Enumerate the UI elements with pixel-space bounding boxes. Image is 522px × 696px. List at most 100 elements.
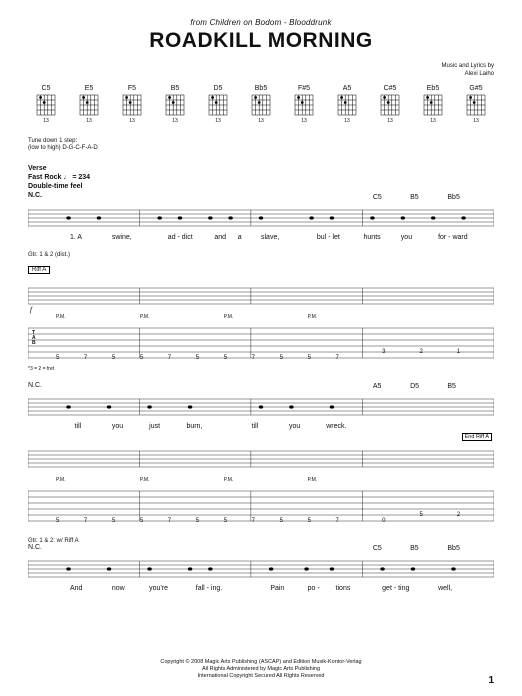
lyric: well, [438, 585, 452, 592]
chord-diagram: B5 13 [161, 85, 189, 124]
vocal-staff-2 [28, 393, 494, 421]
system-2-vocal-staff: A5D5B5 tillyoujustburn,til [28, 393, 494, 433]
chord-fret: 13 [301, 118, 307, 124]
chord-fret: 13 [258, 118, 264, 124]
tab-number: 5 [196, 355, 199, 361]
chord-grid-icon [422, 93, 444, 117]
chord-mark: Bb5 [447, 545, 459, 552]
chord-grid-icon [336, 93, 358, 117]
chord-name: Eb5 [427, 85, 439, 92]
copyright: Copyright © 2008 Magic Arts Publishing (… [0, 659, 522, 680]
chord-grid-icon [35, 93, 57, 117]
chord-name: C5 [42, 85, 51, 92]
credits: Music and Lyrics by Alexi Laiho [28, 63, 494, 79]
tab-number: 7 [84, 518, 87, 524]
chord-fret: 13 [172, 118, 178, 124]
palm-mute: P.M. [224, 477, 234, 483]
system-3-vocal-staff: C5B5Bb5 [28, 555, 494, 595]
lyric: you [289, 423, 300, 430]
song-title: ROADKILL MORNING [28, 29, 494, 53]
chord-grid-icon [293, 93, 315, 117]
chord-name: B5 [171, 85, 180, 92]
chord-diagram: C#5 13 [376, 85, 404, 124]
chord-name: G#5 [469, 85, 482, 92]
copyright-l1: Copyright © 2008 Magic Arts Publishing (… [0, 659, 522, 666]
chord-grid-icon [121, 93, 143, 117]
lyric: get - ting [382, 585, 409, 592]
chord-fret: 13 [387, 118, 393, 124]
chord-name: E5 [85, 85, 94, 92]
chord-mark: B5 [447, 383, 456, 390]
chord-fret: 13 [473, 118, 479, 124]
lyric: just [149, 423, 160, 430]
page-number: 1 [488, 675, 494, 686]
chord-name: D5 [214, 85, 223, 92]
lyric: a [238, 234, 242, 241]
chord-diagram: C5 13 [32, 85, 60, 124]
lyric-row-3: Andnowyou'refall - ing.Painpo -tionsget … [28, 585, 494, 595]
system-1-vocal-staff: C5B5Bb5 [28, 204, 494, 244]
tab-number: 5 [112, 355, 115, 361]
copyright-l3: International Copyright Secured All Righ… [0, 673, 522, 680]
chord-mark: B5 [410, 545, 419, 552]
tab-number: 7 [252, 355, 255, 361]
chord-fret: 13 [129, 118, 135, 124]
end-riff-a-label: End Riff A [462, 433, 492, 441]
tab-clef-icon: TAB [32, 331, 36, 345]
lyric: hunts [364, 234, 381, 241]
tab-number: 7 [84, 355, 87, 361]
chord-diagram: E5 13 [75, 85, 103, 124]
section-feel: Double-time feel [28, 182, 494, 191]
tab-number: 5 [56, 355, 59, 361]
palm-mute: P.M. [140, 477, 150, 483]
chord-grid-icon [207, 93, 229, 117]
chord-name: A5 [343, 85, 352, 92]
palm-mute: P.M. [308, 477, 318, 483]
lyric: po - [308, 585, 320, 592]
tab-number: 7 [252, 518, 255, 524]
tab-number: 5 [280, 355, 283, 361]
chord-fret: 13 [215, 118, 221, 124]
rhythm-staff-2: End Riff A [28, 441, 494, 477]
tab-number: 2 [419, 349, 422, 355]
chord-fret: 13 [344, 118, 350, 124]
section-tempo: Fast Rock ♩ = 234 [28, 173, 494, 182]
lyric: for - ward [438, 234, 468, 241]
chord-diagram: A5 13 [333, 85, 361, 124]
tab-number: 2 [457, 512, 460, 518]
lyric: till [252, 423, 259, 430]
lyric: slave, [261, 234, 279, 241]
chord-fret: 13 [43, 118, 49, 124]
tab-number: 5 [56, 518, 59, 524]
lyric-row-2: tillyoujustburn,tillyouwreck. [28, 423, 494, 433]
riff-a-label: Riff A [28, 266, 50, 274]
chord-diagram-row: C5 13E5 13F5 13B5 13D5 13Bb5 13F#5 13A5 … [28, 85, 494, 124]
chord-fret: 13 [430, 118, 436, 124]
tab-number: 7 [168, 355, 171, 361]
tab-number: 5 [196, 518, 199, 524]
lyric: fall - ing. [196, 585, 222, 592]
copyright-l2: All Rights Administered by Magic Arts Pu… [0, 666, 522, 673]
tab-number: 7 [336, 518, 339, 524]
chord-grid-icon [78, 93, 100, 117]
pm-row-1: P.M.P.M.P.M.P.M. [28, 314, 494, 321]
lyric: 1. A [70, 234, 82, 241]
svg-text:f: f [30, 306, 33, 314]
tab-block-2: 57557557557052 [28, 486, 494, 526]
chord-grid-icon [250, 93, 272, 117]
palm-mute: P.M. [308, 314, 318, 320]
lyric: Pain [270, 585, 284, 592]
palm-mute: P.M. [140, 314, 150, 320]
vocal-staff-3 [28, 555, 494, 583]
tab-block-1: TAB 57557557557321 [28, 323, 494, 363]
chord-grid-icon [164, 93, 186, 117]
header-from: from Children on Bodom - Blooddrunk [28, 18, 494, 27]
lyric: you [401, 234, 412, 241]
chord-mark: C5 [373, 194, 382, 201]
lyric: you're [149, 585, 168, 592]
lyric: now [112, 585, 125, 592]
chord-mark: B5 [410, 194, 419, 201]
credits-line2: Alexi Laiho [28, 71, 494, 79]
chord-grid-icon [379, 93, 401, 117]
lyric: wreck. [326, 423, 346, 430]
